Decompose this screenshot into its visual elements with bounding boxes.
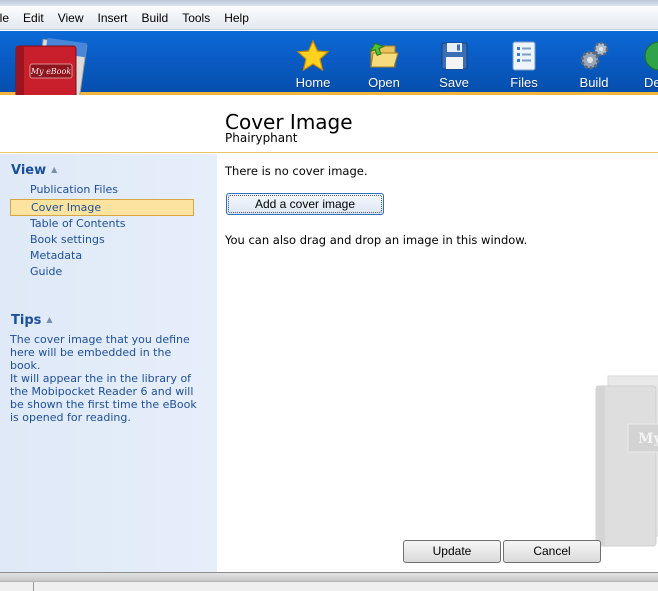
page-subtitle: Phairyphant bbox=[225, 131, 298, 145]
sidebar-item-publication-files[interactable]: Publication Files bbox=[30, 183, 118, 196]
status-bar bbox=[0, 572, 658, 591]
partial-toolbar-button[interactable]: De bbox=[634, 37, 658, 91]
menu-build[interactable]: Build bbox=[135, 6, 176, 29]
tips-section-header[interactable]: Tips ▲ bbox=[11, 313, 53, 328]
menu-tools[interactable]: Tools bbox=[175, 6, 217, 29]
menu-insert[interactable]: Insert bbox=[91, 6, 135, 29]
collapse-up-icon[interactable]: ▲ bbox=[46, 315, 52, 324]
menu-bar: ile Edit View Insert Build Tools Help bbox=[0, 6, 658, 30]
collapse-up-icon[interactable]: ▲ bbox=[51, 165, 57, 174]
partial-label: De bbox=[644, 75, 658, 90]
sidebar: View ▲ Publication Files Cover Image Tabl… bbox=[0, 154, 217, 572]
gears-icon bbox=[580, 41, 609, 70]
tips-text: The cover image that you define here wil… bbox=[10, 333, 197, 424]
drag-drop-hint: You can also drag and drop an image in t… bbox=[225, 233, 528, 247]
cancel-button[interactable]: Cancel bbox=[503, 540, 601, 563]
menu-view[interactable]: View bbox=[51, 6, 91, 29]
save-button[interactable]: Save bbox=[424, 37, 484, 91]
sidebar-item-cover-image[interactable]: Cover Image bbox=[10, 199, 194, 216]
toolbar: Home Open Save Files Build De bbox=[0, 31, 658, 95]
tips-heading: Tips bbox=[11, 313, 42, 328]
open-folder-icon bbox=[369, 42, 399, 68]
sidebar-item-book-settings[interactable]: Book settings bbox=[30, 233, 105, 246]
home-button[interactable]: Home bbox=[283, 37, 343, 91]
view-heading: View bbox=[11, 163, 47, 178]
add-cover-image-button[interactable]: Add a cover image bbox=[226, 193, 384, 215]
build-label: Build bbox=[579, 75, 609, 90]
sidebar-item-table-of-contents[interactable]: Table of Contents bbox=[30, 217, 126, 230]
no-cover-message: There is no cover image. bbox=[225, 164, 368, 178]
floppy-disk-icon bbox=[441, 42, 468, 70]
update-button[interactable]: Update bbox=[403, 540, 501, 563]
globe-icon bbox=[644, 41, 658, 71]
logo-text: My eBook bbox=[30, 67, 72, 76]
sidebar-item-metadata[interactable]: Metadata bbox=[30, 249, 82, 262]
files-label: Files bbox=[510, 75, 538, 90]
star-icon bbox=[296, 39, 330, 72]
files-button[interactable]: Files bbox=[494, 37, 554, 91]
watermark-text: My bbox=[638, 431, 658, 447]
build-button[interactable]: Build bbox=[564, 37, 624, 91]
menu-edit[interactable]: Edit bbox=[16, 6, 51, 29]
open-label: Open bbox=[368, 75, 400, 90]
files-list-icon bbox=[512, 41, 536, 71]
save-label: Save bbox=[439, 75, 469, 90]
menu-file[interactable]: ile bbox=[0, 6, 16, 29]
sidebar-item-guide[interactable]: Guide bbox=[30, 265, 62, 278]
menu-help[interactable]: Help bbox=[217, 6, 256, 29]
open-button[interactable]: Open bbox=[354, 37, 414, 91]
home-label: Home bbox=[295, 75, 331, 90]
page-header: Cover Image Phairyphant bbox=[0, 95, 658, 153]
status-divider bbox=[33, 582, 34, 591]
view-section-header[interactable]: View ▲ bbox=[11, 163, 57, 178]
book-watermark-icon: My bbox=[595, 375, 658, 547]
